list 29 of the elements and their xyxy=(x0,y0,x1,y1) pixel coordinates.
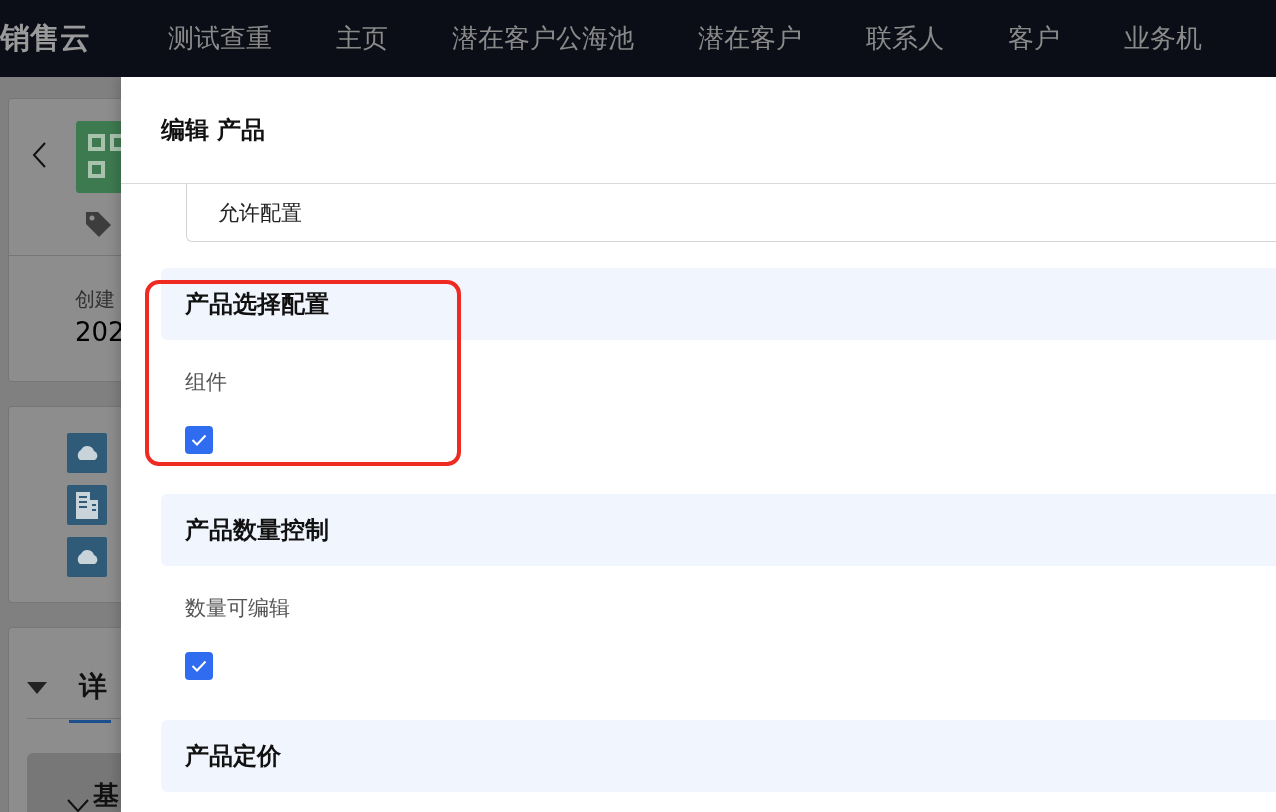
chevron-down-icon xyxy=(67,799,89,812)
tag-icon xyxy=(83,209,113,239)
section-header[interactable]: 基 xyxy=(27,753,121,812)
nav-tab[interactable]: 业务机 xyxy=(1092,21,1234,56)
qr-code-icon xyxy=(76,121,121,193)
building-icon[interactable] xyxy=(67,485,107,525)
cloud-icon[interactable] xyxy=(67,433,107,473)
field-label: 组件 xyxy=(185,369,228,396)
section-title: 产品选择配置 xyxy=(185,289,329,320)
cloud-icon[interactable] xyxy=(67,537,107,577)
checkbox[interactable] xyxy=(185,426,213,454)
checkmark-icon xyxy=(191,660,207,672)
checkmark-icon xyxy=(191,434,207,446)
section-title: 基 xyxy=(93,779,119,812)
collapse-triangle-icon[interactable] xyxy=(27,682,47,694)
section-title: 产品定价 xyxy=(185,741,281,772)
section-title: 产品数量控制 xyxy=(185,515,329,546)
field-label: 创建 xyxy=(75,286,116,313)
nav-tab[interactable]: 客户 xyxy=(976,21,1092,56)
modal-title: 编辑 产品 xyxy=(161,115,266,146)
checkbox[interactable] xyxy=(185,652,213,680)
nav-tab[interactable]: 测试查重 xyxy=(136,21,304,56)
nav-tab[interactable]: 主页 xyxy=(304,21,420,56)
nav-tab[interactable]: 潜在客户公海池 xyxy=(420,21,666,56)
field-label: 数量可编辑 xyxy=(185,595,291,622)
select-field[interactable]: 允许配置 xyxy=(186,184,1276,242)
details-tab[interactable]: 详 xyxy=(69,668,111,723)
nav-tab[interactable]: 联系人 xyxy=(834,21,976,56)
nav-tab[interactable]: 潜在客户 xyxy=(666,21,834,56)
